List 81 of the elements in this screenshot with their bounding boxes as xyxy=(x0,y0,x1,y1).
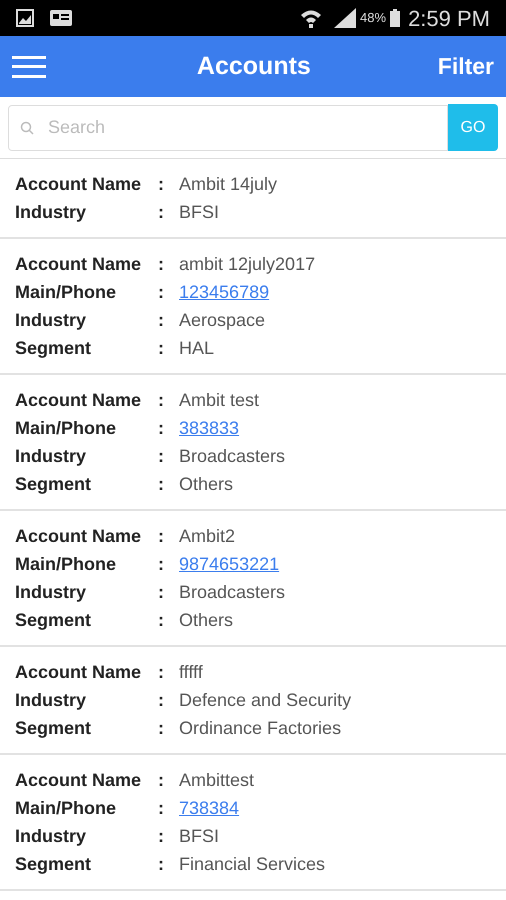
search-icon xyxy=(20,120,34,134)
field-label: Account Name xyxy=(15,172,142,196)
field-value: Others xyxy=(179,472,234,496)
field-value: Broadcasters xyxy=(179,444,286,468)
field-label: Segment xyxy=(15,336,92,360)
colon: : xyxy=(158,580,165,604)
clock: 2:59 PM xyxy=(408,4,490,32)
colon: : xyxy=(158,716,165,740)
field-value: Ambit test xyxy=(179,388,260,412)
field-label: Segment xyxy=(15,852,92,876)
account-card[interactable]: Account Name : Ambit2 Main/Phone : 9874653221 Industry : Broadcasters Segment : Others xyxy=(0,511,506,647)
search-field[interactable]: Search xyxy=(8,104,448,150)
colon: : xyxy=(158,472,165,496)
colon: : xyxy=(158,172,165,196)
colon: : xyxy=(158,252,165,276)
field-value: Financial Services xyxy=(179,852,326,876)
field-value: Ordinance Factories xyxy=(179,716,342,740)
field-label: Segment xyxy=(15,608,92,632)
phone-link[interactable]: 738384 xyxy=(179,794,240,822)
field-label: Industry xyxy=(15,688,88,712)
field-value: Ambit2 xyxy=(179,524,236,548)
colon: : xyxy=(158,796,165,820)
battery-icon xyxy=(390,9,400,27)
colon: : xyxy=(158,688,165,712)
field-value: BFSI xyxy=(179,200,220,224)
field-value: Ambittest xyxy=(179,768,254,792)
field-value: fffff xyxy=(179,660,203,684)
account-card[interactable]: Account Name : Ambittest Main/Phone : 738384 Industry : BFSI Segment : Financial Services xyxy=(0,755,506,891)
colon: : xyxy=(158,388,165,412)
colon: : xyxy=(158,524,165,548)
phone-link[interactable]: 123456789 xyxy=(179,278,270,306)
field-label: Account Name xyxy=(15,252,142,276)
colon: : xyxy=(158,824,165,848)
colon: : xyxy=(158,768,165,792)
field-value: BFSI xyxy=(179,824,220,848)
colon: : xyxy=(158,336,165,360)
card-icon xyxy=(50,10,72,26)
field-label: Account Name xyxy=(15,768,142,792)
colon: : xyxy=(158,608,165,632)
account-card[interactable]: Account Name : ambit 12july2017 Main/Phone : 123456789 Industry : Aerospace Segment : HAL xyxy=(0,239,506,375)
field-label: Industry xyxy=(15,580,88,604)
colon: : xyxy=(158,852,165,876)
phone-link[interactable]: 9874653221 xyxy=(179,550,280,578)
filter-button[interactable]: Filter xyxy=(438,49,494,84)
colon: : xyxy=(158,444,165,468)
field-value: Defence and Security xyxy=(179,688,352,712)
field-value: Aerospace xyxy=(179,308,266,332)
account-card[interactable]: Account Name : Ambit test Main/Phone : 383833 Industry : Broadcasters Segment : Others xyxy=(0,375,506,511)
field-label: Main/Phone xyxy=(15,280,118,304)
colon: : xyxy=(158,416,165,440)
phone-link[interactable]: 383833 xyxy=(179,414,240,442)
field-label: Account Name xyxy=(15,388,142,412)
field-value: ambit 12july2017 xyxy=(179,252,316,276)
field-label: Segment xyxy=(15,472,92,496)
page-title: Accounts xyxy=(196,50,311,82)
field-label: Industry xyxy=(15,308,88,332)
field-label: Account Name xyxy=(15,524,142,548)
field-label: Industry xyxy=(15,444,88,468)
field-label: Account Name xyxy=(15,660,142,684)
field-label: Main/Phone xyxy=(15,552,118,576)
field-label: Segment xyxy=(15,716,92,740)
field-label: Industry xyxy=(15,824,88,848)
field-value: HAL xyxy=(179,336,214,360)
field-label: Industry xyxy=(15,200,88,224)
colon: : xyxy=(158,660,165,684)
menu-button[interactable] xyxy=(12,54,46,80)
field-label: Main/Phone xyxy=(15,416,118,440)
field-value: Broadcasters xyxy=(179,580,286,604)
colon: : xyxy=(158,308,165,332)
battery-percent: 48% xyxy=(360,9,386,28)
colon: : xyxy=(158,280,165,304)
signal-icon xyxy=(334,8,356,28)
field-value: Others xyxy=(179,608,234,632)
colon: : xyxy=(158,200,165,224)
colon: : xyxy=(158,552,165,576)
field-value: Ambit 14july xyxy=(179,172,278,196)
account-card[interactable]: Account Name : Ambit 14july Industry : BFSI xyxy=(0,159,506,239)
account-card[interactable]: Account Name : fffff Industry : Defence and Security Segment : Ordinance Factories xyxy=(0,647,506,755)
field-label: Main/Phone xyxy=(15,796,118,820)
wifi-icon xyxy=(300,8,322,28)
image-icon xyxy=(16,9,34,27)
